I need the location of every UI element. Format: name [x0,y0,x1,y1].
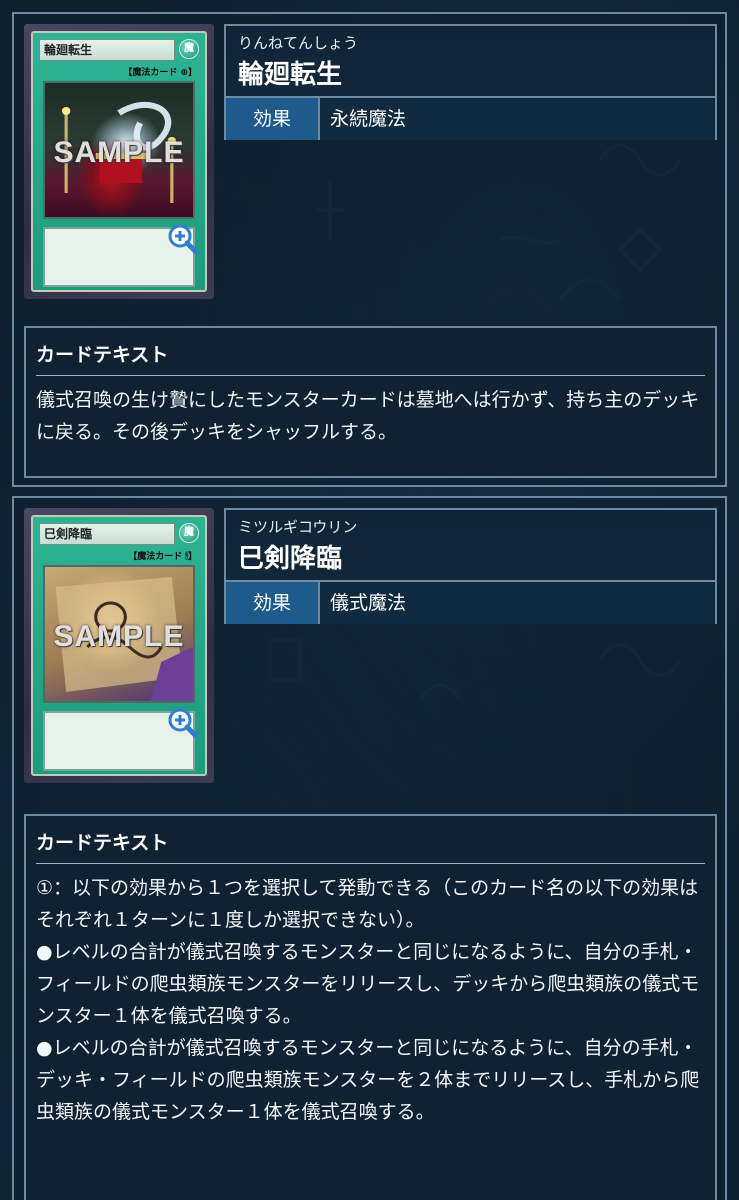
effect-row: 効果 儀式魔法 [226,580,715,624]
card-text-heading: カードテキスト [36,340,705,376]
card-text-body: 儀式召喚の生け贄にしたモンスターカードは墓地へは行かず、持ち主のデッキに戻る。そ… [36,389,700,443]
card-image-name: 巳剣降臨 [39,523,175,545]
sample-watermark: SAMPLE [53,619,185,653]
effect-value: 儀式魔法 [320,582,715,624]
card-image-type-label: 【魔法カード 🕯】 [128,552,197,562]
card-info-box: ミツルギコウリン 巳剣降臨 効果 儀式魔法 [224,508,717,624]
card-artwork: SAMPLE [43,81,195,219]
card-title: 巳剣降臨 [238,544,343,574]
card-title: 輪廻転生 [238,60,343,90]
card-artwork: SAMPLE [43,565,195,703]
card-text-box: カードテキスト 儀式召喚の生け贄にしたモンスターカードは墓地へは行かず、持ち主の… [24,326,717,478]
spell-attribute-icon: 魔 [179,523,199,543]
card-reading: りんねてんしょう [238,34,359,52]
card-entry-mitsurugi-korin: 巳剣降臨 魔 【魔法カード 🕯】 SAMPLE ミツルギコウリン 巳剣降臨 効果… [12,496,727,1200]
card-text-body: ①：以下の効果から１つを選択して発動できる（このカード名の以下の効果はそれぞれ１… [36,877,700,1123]
card-image-type-label: 【魔法カード ⊕】 [123,68,197,78]
card-reading: ミツルギコウリン [238,518,358,536]
zoom-in-magnifier-icon[interactable] [166,706,200,740]
spell-attribute-icon: 魔 [179,39,199,59]
effect-key: 効果 [226,582,320,624]
card-entry-rinne-tensho: 輪廻転生 魔 【魔法カード ⊕】 SAMPLE りんねてんしょう 輪廻転生 効果… [12,12,727,487]
effect-key: 効果 [226,98,320,140]
card-info-box: りんねてんしょう 輪廻転生 効果 永続魔法 [224,24,717,140]
card-image-name: 輪廻転生 [39,39,175,61]
effect-row: 効果 永続魔法 [226,96,715,140]
card-text-box: カードテキスト ①：以下の効果から１つを選択して発動できる（このカード名の以下の… [24,814,717,1200]
card-image-frame[interactable]: 輪廻転生 魔 【魔法カード ⊕】 SAMPLE [24,24,214,299]
card-text-heading: カードテキスト [36,828,705,864]
card-image-frame[interactable]: 巳剣降臨 魔 【魔法カード 🕯】 SAMPLE [24,508,214,783]
effect-value: 永続魔法 [320,98,715,140]
zoom-in-magnifier-icon[interactable] [166,222,200,256]
sample-watermark: SAMPLE [53,135,185,169]
